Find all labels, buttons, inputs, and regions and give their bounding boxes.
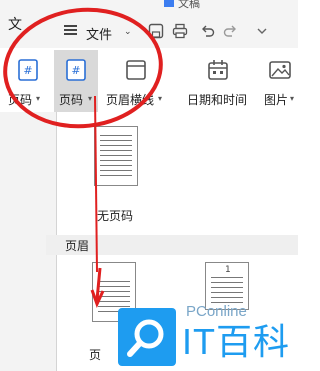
header-option-label-partial: 页 bbox=[89, 348, 102, 362]
top-document-tab[interactable]: 文稿 bbox=[150, 0, 206, 10]
no-page-number-label: 无页码 bbox=[97, 209, 134, 223]
page-number-button-left[interactable]: # 页码 ▾ bbox=[2, 50, 48, 112]
page-number-icon: # bbox=[66, 59, 86, 81]
page-number-mark: 1 bbox=[225, 265, 231, 275]
ribbon-label: 页眉横线 bbox=[106, 93, 155, 107]
ribbon-label: 图片 bbox=[264, 93, 289, 107]
chevron-down-icon[interactable]: ⌄ bbox=[124, 27, 132, 37]
ribbon-label: 页码 bbox=[8, 93, 33, 107]
svg-text:#: # bbox=[71, 64, 80, 77]
header-line-icon bbox=[126, 60, 146, 80]
page-number-icon: # bbox=[18, 59, 38, 81]
more-icon[interactable] bbox=[254, 23, 270, 39]
header-section-label: 页眉 bbox=[65, 239, 90, 253]
title-bar: 文 文稿 文件 ⌄ bbox=[0, 0, 298, 48]
file-menu-button[interactable]: 文件 bbox=[86, 24, 112, 43]
print-icon[interactable] bbox=[172, 23, 188, 39]
header-section-title: 页眉 bbox=[46, 235, 298, 255]
redo-icon[interactable] bbox=[222, 23, 238, 39]
header-line-button[interactable]: 页眉横线 ▾ bbox=[104, 50, 170, 112]
ribbon-toolbar: # 页码 ▾ # 页码 ▾ 页眉横线 ▾ 日期和时间 图片 ▾ bbox=[0, 48, 298, 112]
screen: { "title_bar": { "left_tab_partial": "文"… bbox=[0, 0, 298, 371]
ribbon-label: 页码 bbox=[59, 93, 84, 107]
save-icon[interactable] bbox=[148, 23, 164, 39]
picture-button[interactable]: 图片 ▾ bbox=[262, 50, 298, 112]
no-page-number-option[interactable] bbox=[94, 126, 138, 186]
chevron-down-icon: ▾ bbox=[290, 94, 295, 103]
svg-text:#: # bbox=[23, 64, 32, 77]
ribbon-label: 日期和时间 bbox=[187, 93, 248, 107]
watermark-logo bbox=[118, 308, 176, 366]
document-icon bbox=[164, 0, 174, 7]
top-document-tab-label: 文稿 bbox=[178, 0, 200, 10]
chevron-down-icon: ▾ bbox=[88, 94, 93, 103]
calendar-icon bbox=[208, 60, 228, 80]
search-icon bbox=[127, 319, 164, 357]
chevron-down-icon: ▾ bbox=[158, 94, 163, 103]
chevron-down-icon: ▾ bbox=[36, 94, 41, 103]
date-time-button[interactable]: 日期和时间 bbox=[180, 50, 256, 112]
picture-icon bbox=[269, 61, 291, 79]
page-number-button[interactable]: # 页码 ▾ bbox=[54, 50, 98, 112]
undo-icon[interactable] bbox=[200, 23, 216, 39]
hamburger-menu-icon[interactable] bbox=[64, 25, 77, 35]
document-tab-partial[interactable]: 文 bbox=[8, 14, 22, 34]
watermark-name: IT百科 bbox=[182, 321, 290, 362]
watermark-brand: PConline bbox=[186, 303, 247, 320]
